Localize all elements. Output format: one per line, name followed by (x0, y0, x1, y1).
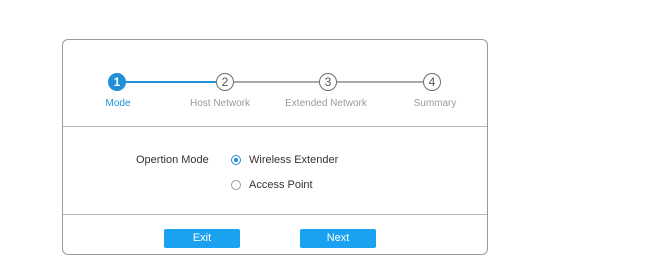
footer-divider (63, 214, 487, 215)
stepper-divider (63, 126, 487, 127)
radio-checked-icon[interactable] (231, 155, 241, 165)
step-connector-3-4 (337, 81, 423, 83)
step-4-circle[interactable]: 4 (423, 73, 441, 91)
option-wireless-extender-label: Wireless Extender (249, 154, 339, 166)
wizard-card: 1 2 3 4 Mode Host Network Extended Netwo… (62, 39, 488, 255)
step-1-label: Mode (105, 98, 131, 109)
step-3-circle[interactable]: 3 (319, 73, 337, 91)
step-4-label: Summary (413, 98, 457, 109)
exit-button[interactable]: Exit (164, 229, 240, 248)
option-access-point-label: Access Point (249, 179, 313, 191)
step-1-circle[interactable]: 1 (108, 73, 126, 91)
operation-mode-label: Opertion Mode (136, 154, 209, 166)
option-wireless-extender[interactable]: Wireless Extender (231, 154, 338, 166)
step-2-label: Host Network (189, 98, 251, 109)
option-access-point[interactable]: Access Point (231, 179, 313, 191)
next-button[interactable]: Next (300, 229, 376, 248)
step-2-circle[interactable]: 2 (216, 73, 234, 91)
radio-unchecked-icon[interactable] (231, 180, 241, 190)
step-connector-2-3 (234, 81, 319, 83)
step-3-label: Extended Network (285, 98, 367, 109)
step-connector-1-2 (125, 81, 216, 83)
